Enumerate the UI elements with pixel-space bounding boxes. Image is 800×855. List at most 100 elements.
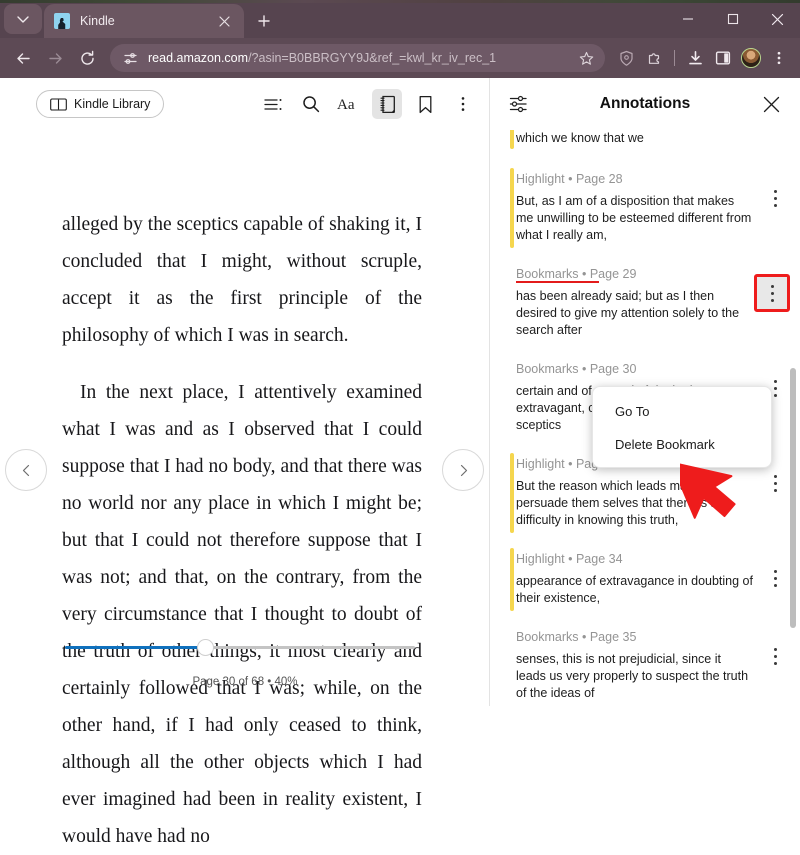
toolbar-divider (674, 50, 675, 66)
bookmark-star-icon[interactable] (575, 47, 597, 69)
shield-icon (619, 50, 633, 66)
reader-toolbar: Kindle Library Aa (0, 78, 490, 130)
annotation-options-button[interactable] (754, 274, 790, 312)
progress-fill (65, 646, 205, 649)
annotation-meta-text: Bookmarks • Page 29 (516, 267, 637, 281)
side-panel-icon (715, 51, 731, 65)
highlight-bar (510, 453, 514, 533)
progress-slider[interactable] (65, 639, 415, 656)
annotation-meta: Bookmarks • Page 30 (516, 362, 637, 376)
annotation-text: which we know that we (516, 131, 644, 145)
annotation-text: senses, this is not prejudicial, since i… (516, 652, 749, 700)
plus-icon (258, 15, 270, 27)
font-size-button[interactable]: Aa (334, 89, 364, 119)
contents-icon (263, 98, 281, 110)
url-domain: read.amazon.com (148, 51, 249, 65)
address-bar[interactable]: read.amazon.com/?asin=B0BBRGYY9J&ref_=kw… (110, 44, 605, 72)
previous-page-button[interactable] (5, 449, 47, 491)
close-annotations-button[interactable] (758, 91, 784, 117)
list-item[interactable]: Bookmarks • Page 29 has been already sai… (490, 256, 800, 351)
list-item[interactable]: which we know that we (490, 130, 800, 161)
window-controls (665, 0, 800, 38)
new-tab-button[interactable] (250, 7, 278, 35)
annotation-options-button[interactable] (762, 563, 788, 593)
reader-more-button[interactable] (448, 89, 478, 119)
window-minimize-button[interactable] (665, 0, 710, 38)
annotations-filter-button[interactable] (506, 91, 532, 117)
book-paragraph: In the next place, I attentively examine… (62, 382, 422, 847)
search-button[interactable] (296, 89, 326, 119)
site-settings-icon[interactable] (120, 48, 140, 68)
downloads-button[interactable] (682, 43, 708, 73)
context-menu-item-go-to[interactable]: Go To (593, 395, 771, 428)
tune-icon (123, 52, 137, 64)
download-icon (688, 50, 702, 64)
progress-thumb[interactable] (197, 639, 214, 656)
tab-title: Kindle (80, 14, 115, 28)
annotation-meta: Highlight • Page 28 (516, 172, 623, 186)
shield-extension-button[interactable] (613, 43, 639, 73)
highlight-bar (510, 130, 514, 149)
maximize-icon (727, 13, 738, 25)
highlight-bar (510, 548, 514, 611)
highlight-bar (510, 168, 514, 248)
forward-button[interactable] (40, 43, 70, 73)
font-size-icon: Aa (337, 97, 355, 112)
tab-close-icon[interactable] (214, 11, 234, 31)
annotation-options-button[interactable] (762, 183, 788, 213)
book-text: alleged by the sceptics capable of shaki… (62, 206, 422, 855)
puzzle-icon (648, 52, 659, 64)
annotations-header: Annotations (490, 78, 800, 130)
svg-text:Aa: Aa (337, 97, 355, 112)
window-maximize-button[interactable] (710, 0, 755, 38)
pointer-arrow-annotation (680, 461, 736, 519)
chrome-menu-button[interactable] (766, 43, 792, 73)
back-button[interactable] (8, 43, 38, 73)
kindle-library-button[interactable]: Kindle Library (36, 90, 165, 118)
next-page-button[interactable] (442, 449, 484, 491)
bookmark-icon (419, 95, 431, 113)
kindle-library-label: Kindle Library (74, 97, 151, 111)
chevron-down-icon (17, 16, 29, 23)
page-content: Kindle Library Aa alleged by the sceptic… (0, 78, 800, 847)
annotation-underline-marker (516, 281, 600, 283)
more-vertical-icon (461, 97, 465, 111)
list-item[interactable]: Highlight • Page 34 appearance of extrav… (490, 541, 800, 619)
annotations-scrollbar[interactable] (790, 368, 796, 628)
reading-progress: Page 30 of 68 • 40% (0, 628, 490, 706)
list-item[interactable]: Bookmarks • Page 35 senses, this is not … (490, 619, 800, 706)
tab-search-button[interactable] (4, 4, 42, 34)
reader-pane: Kindle Library Aa alleged by the sceptic… (0, 78, 490, 847)
star-icon (579, 51, 593, 65)
more-vertical-icon (777, 51, 781, 65)
window-close-button[interactable] (755, 0, 800, 38)
notebook-icon (379, 95, 395, 113)
url-query: /?asin=B0BBRGYY9J&ref_=kwl_kr_iv_rec_1 (248, 51, 497, 65)
page-indicator: Page 30 of 68 • 40% (192, 676, 298, 688)
close-icon (771, 13, 784, 25)
minimize-icon (682, 18, 693, 20)
close-icon (218, 15, 230, 27)
arrow-right-icon (48, 52, 62, 64)
browser-tab-kindle[interactable]: Kindle (44, 4, 244, 38)
list-item[interactable]: Highlight • Page 28 But, as I am of a di… (490, 161, 800, 256)
profile-avatar[interactable] (741, 48, 761, 68)
bookmark-button[interactable] (410, 89, 440, 119)
notebook-button[interactable] (372, 89, 402, 119)
extensions-button[interactable] (641, 43, 667, 73)
contents-button[interactable] (258, 89, 288, 119)
annotation-meta: Bookmarks • Page 35 (516, 630, 637, 644)
side-panel-button[interactable] (710, 43, 736, 73)
annotation-text: has been already said; but as I then des… (516, 289, 740, 337)
annotation-meta: Bookmarks • Page 29 (516, 267, 637, 283)
search-icon (303, 96, 320, 113)
annotation-text: But, as I am of a disposition that makes… (516, 194, 752, 242)
url-text: read.amazon.com/?asin=B0BBRGYY9J&ref_=kw… (148, 51, 575, 65)
annotation-text: appearance of extravagance in doubting o… (516, 574, 753, 605)
reload-button[interactable] (72, 43, 102, 73)
reload-icon (80, 50, 94, 65)
kindle-favicon (54, 13, 70, 29)
annotation-options-button[interactable] (762, 641, 788, 671)
book-paragraph: alleged by the sceptics capable of shaki… (62, 214, 422, 346)
annotation-options-button[interactable] (762, 468, 788, 498)
